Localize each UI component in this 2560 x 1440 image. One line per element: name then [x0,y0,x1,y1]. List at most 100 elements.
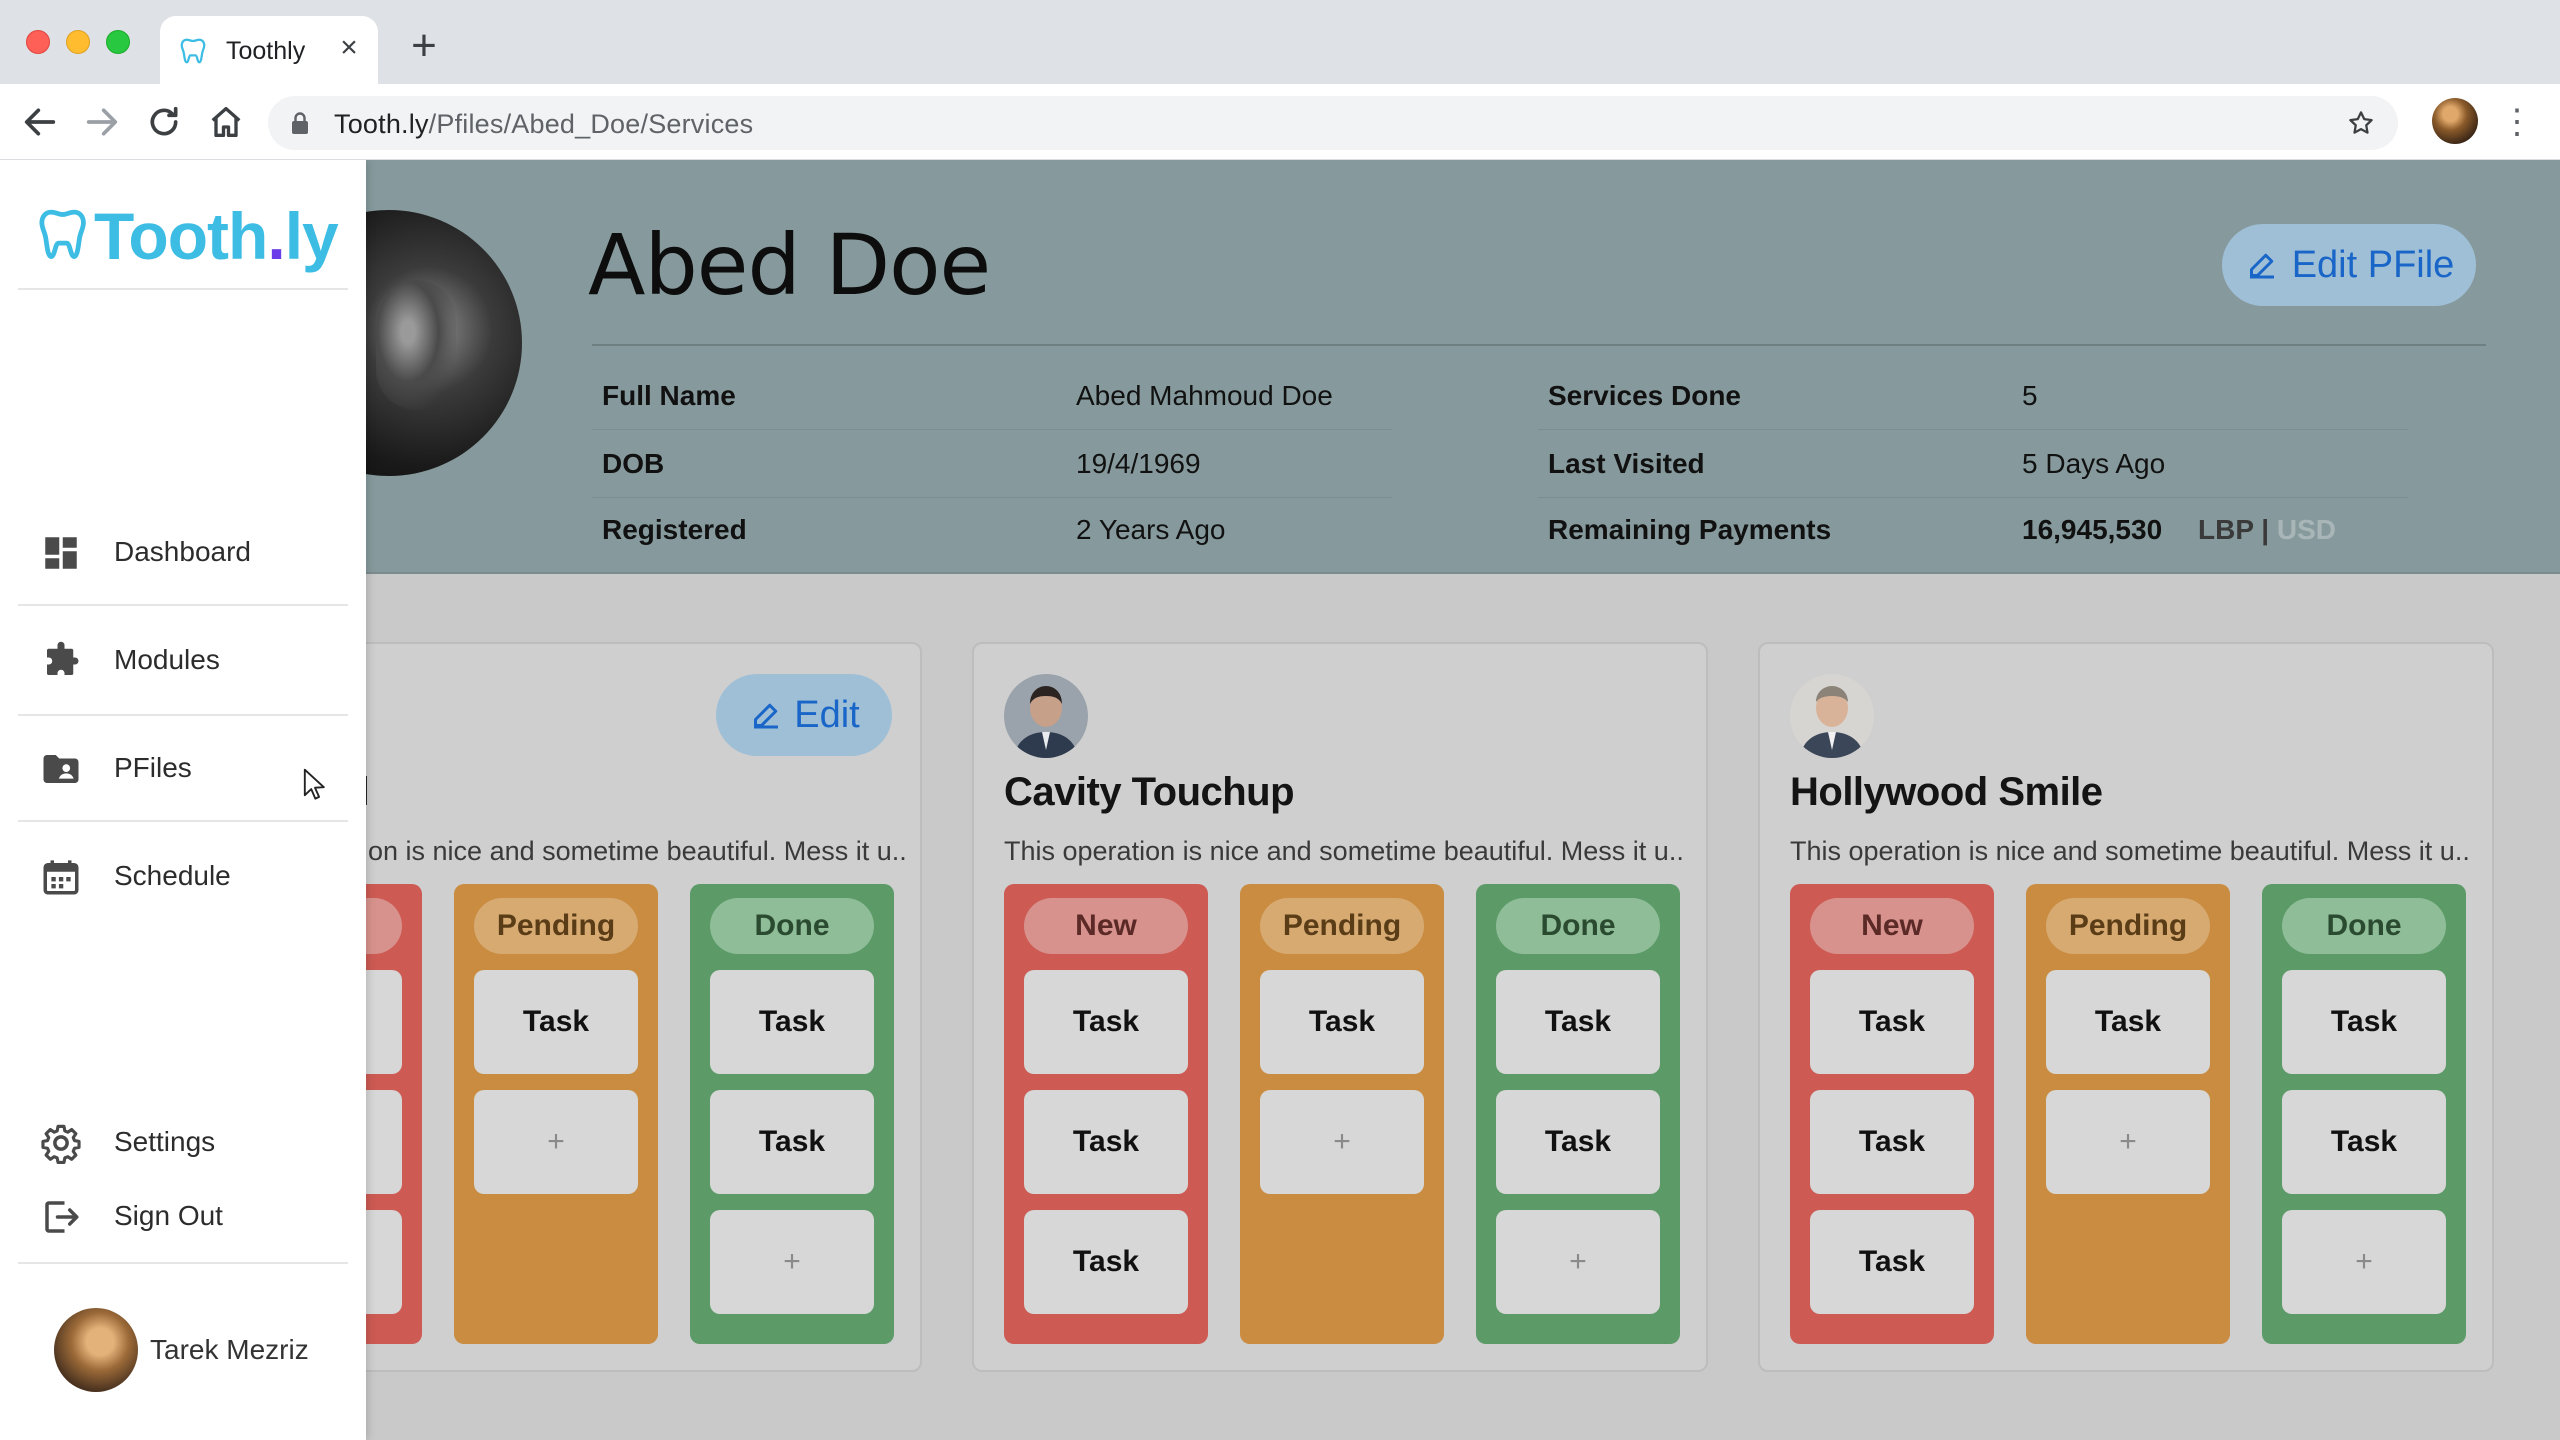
detail-label: DOB [602,448,665,479]
add-task-button[interactable]: + [474,1090,638,1194]
add-task-button[interactable]: + [1260,1090,1424,1194]
app-viewport: Abed Doe Edit PFile Full Name Abed Mahmo… [0,160,2560,1440]
edit-service-label: Edit [794,693,860,736]
column-done: Done Task Task + [1476,884,1680,1344]
detail-label: Services Done [1548,380,1741,411]
task-card[interactable]: Task [1810,970,1974,1074]
sidebar-divider [18,714,348,716]
column-header: Pending [1260,898,1424,954]
column-header: New [1810,898,1974,954]
browser-profile-avatar[interactable] [2432,98,2478,144]
service-description: This operation is nice and sometime beau… [1004,836,1684,866]
pencil-icon [2249,253,2274,279]
task-card[interactable]: Task [2046,970,2210,1074]
maximize-window-button[interactable] [106,30,130,54]
sidebar-divider [18,1262,348,1264]
sidebar-divider [18,288,348,290]
tab-close-button[interactable]: × [332,31,366,65]
user-name: Tarek Mezriz [150,1334,309,1365]
detail-row-dob: DOB 19/4/1969 [592,432,1392,498]
task-card[interactable]: Task [2282,1090,2446,1194]
sidebar-item-label: Modules [114,644,220,675]
task-card[interactable]: Task [1810,1210,1974,1314]
task-card[interactable]: Task [1496,1090,1660,1194]
forward-icon[interactable] [82,102,122,142]
service-card: Hollywood Smile This operation is nice a… [1758,642,2494,1372]
patient-header: Abed Doe Edit PFile Full Name Abed Mahmo… [256,160,2560,574]
add-task-button[interactable]: + [2282,1210,2446,1314]
header-divider [592,344,2486,346]
task-card[interactable]: Task [2282,970,2446,1074]
sidebar-item-schedule[interactable]: Schedule [0,836,366,916]
task-card[interactable]: Task [710,970,874,1074]
column-pending: Pending Task + [454,884,658,1344]
new-tab-button[interactable]: + [404,24,444,68]
edit-pfile-button[interactable]: Edit PFile [2222,224,2476,306]
sidebar-item-modules[interactable]: Modules [0,620,366,700]
sidebar-item-label: Sign Out [114,1200,223,1231]
detail-label: Registered [602,514,747,545]
app-logo[interactable]: Tooth.ly [36,198,339,274]
gear-icon [41,1124,81,1164]
browser-toolbar: Tooth.ly/Pfiles/Abed_Doe/Services ⋮ [0,84,2560,160]
detail-label: Remaining Payments [1548,514,1832,545]
patient-name: Abed Doe [588,216,991,314]
logo-main: Tooth [94,199,268,273]
column-header: New [1024,898,1188,954]
task-card[interactable]: Task [1024,1090,1188,1194]
detail-row-last-visited: Last Visited 5 Days Ago [1538,432,2408,498]
currency-lbp-option[interactable]: LBP [2198,514,2254,545]
task-card[interactable]: Task [1260,970,1424,1074]
close-window-button[interactable] [26,30,50,54]
sign-out-icon [45,1201,79,1233]
detail-value: 19/4/1969 [1076,448,1201,479]
payment-amount: 16,945,530 [2022,514,2163,545]
sidebar-item-dashboard[interactable]: Dashboard [0,512,366,592]
puzzle-icon [47,641,79,675]
minimize-window-button[interactable] [66,30,90,54]
url-path: /Pfiles/Abed_Doe/Services [428,109,754,139]
avatar [54,1308,138,1392]
address-bar[interactable]: Tooth.ly/Pfiles/Abed_Doe/Services [268,96,2398,150]
currency-usd-option[interactable]: USD [2277,514,2336,545]
add-task-button[interactable]: + [1496,1210,1660,1314]
bookmark-star-icon[interactable] [2346,108,2376,138]
reload-icon[interactable] [144,102,184,142]
service-description: This operation is nice and sometime beau… [1790,836,2470,866]
sidebar-item-label: Settings [114,1126,216,1157]
sidebar-item-sign-out[interactable]: Sign Out [0,1176,366,1256]
back-icon[interactable] [20,102,60,142]
task-card[interactable]: Task [1496,970,1660,1074]
sidebar-item-label: Dashboard [114,536,251,567]
column-header: Done [710,898,874,954]
add-task-button[interactable]: + [2046,1090,2210,1194]
detail-row-full-name: Full Name Abed Mahmoud Doe [592,364,1392,430]
task-card[interactable]: Task [1024,1210,1188,1314]
sidebar-item-settings[interactable]: Settings [0,1102,366,1182]
add-task-button[interactable]: + [710,1210,874,1314]
doctor-avatar [1790,674,1874,758]
currency-toggle: LBP | USD [2198,514,2336,546]
sidebar-item-label: Schedule [114,860,231,891]
task-card[interactable]: Task [1810,1090,1974,1194]
folder-user-icon [43,755,79,783]
service-card: Cavity Touchup This operation is nice an… [972,642,1708,1372]
edit-service-button[interactable]: Edit [716,674,892,756]
browser-menu-button[interactable]: ⋮ [2500,100,2534,144]
browser-tab-bar: Toothly × + [0,0,2560,84]
sidebar: Tooth.ly Dashboard Modules PFiles Schedu… [0,160,366,1440]
task-card[interactable]: Task [1024,970,1188,1074]
edit-pfile-label: Edit PFile [2291,243,2455,286]
tooth-icon [180,38,206,64]
column-new: New Task Task Task [1004,884,1208,1344]
doctor-avatar [1004,674,1088,758]
service-description: on is nice and sometime beautiful. Mess … [368,836,908,866]
detail-value: 5 Days Ago [2022,448,2166,479]
home-icon[interactable] [206,102,246,142]
task-card[interactable]: Task [474,970,638,1074]
browser-tab[interactable]: Toothly × [160,16,378,84]
column-header: Pending [474,898,638,954]
task-card[interactable]: Task [710,1090,874,1194]
column-pending: Pending Task + [1240,884,1444,1344]
detail-label: Last Visited [1548,448,1705,479]
